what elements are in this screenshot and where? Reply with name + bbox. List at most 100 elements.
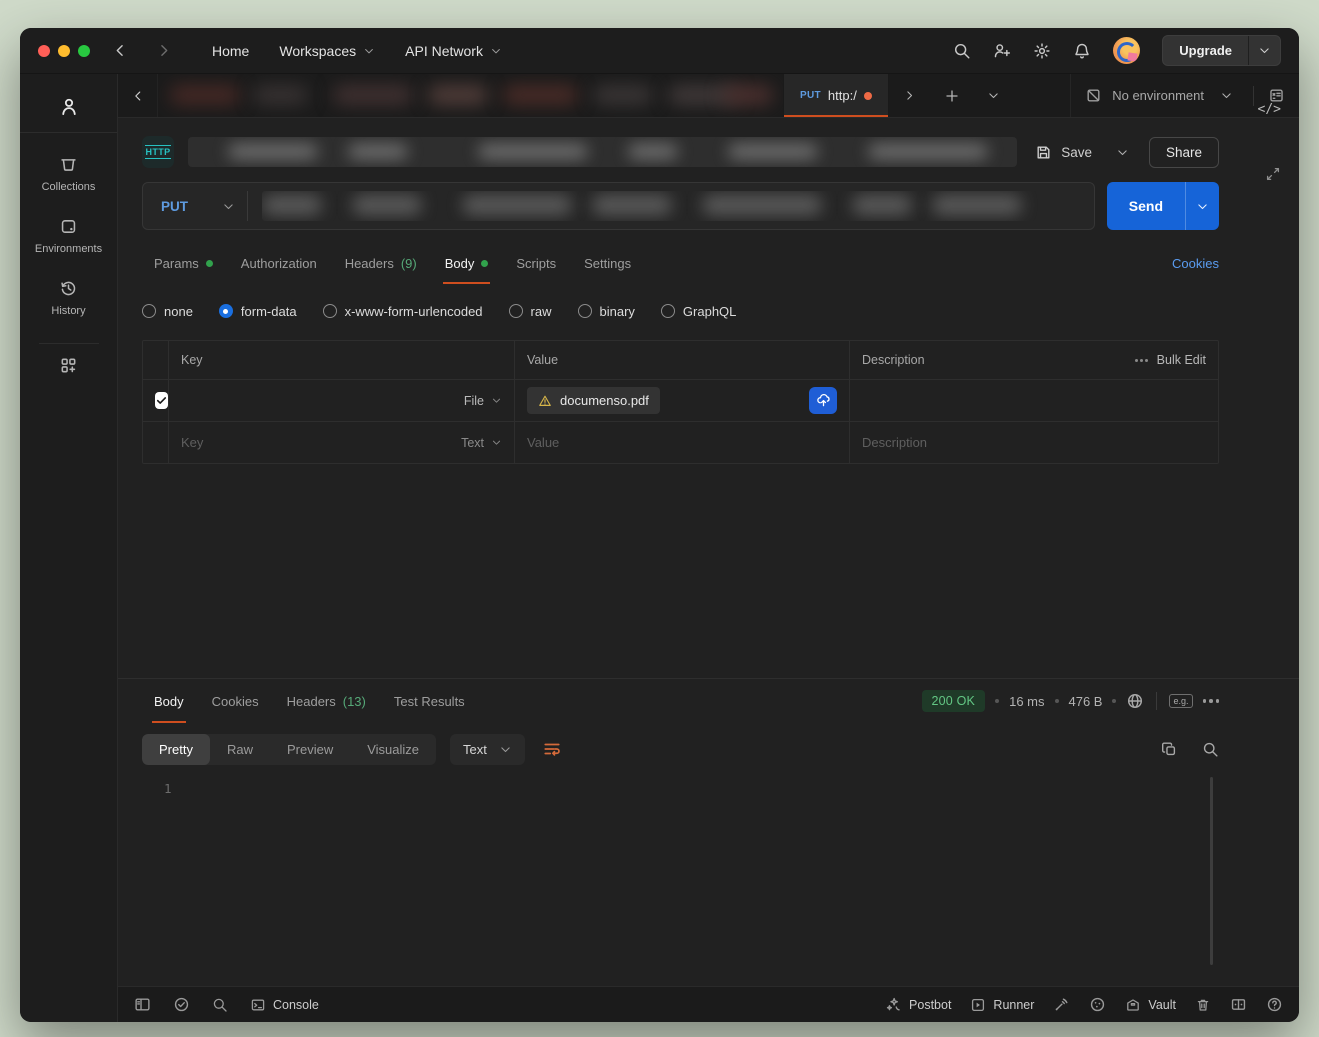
type-select-file[interactable]: File: [464, 394, 502, 408]
key-cell[interactable]: Key Text: [169, 422, 515, 463]
checkbox-cell[interactable]: [143, 422, 169, 463]
vault-button[interactable]: Vault: [1125, 997, 1176, 1013]
value-cell[interactable]: Value: [515, 422, 850, 463]
blurred-tabs[interactable]: [158, 74, 783, 117]
api-health-check-icon[interactable]: [173, 996, 190, 1013]
description-cell[interactable]: [850, 380, 1218, 421]
more-options-icon[interactable]: [1203, 699, 1220, 703]
response-tab-headers[interactable]: Headers(13): [275, 679, 378, 723]
form-data-table: Key Value Description Bulk Edit: [142, 340, 1219, 464]
save-options-chevron-icon[interactable]: [1110, 146, 1135, 159]
scrollbar[interactable]: [1210, 777, 1213, 965]
response-tab-body[interactable]: Body: [142, 679, 196, 723]
scroll-tabs-right-icon[interactable]: [889, 74, 931, 117]
tab-authorization[interactable]: Authorization: [229, 242, 329, 284]
cookies-link[interactable]: Cookies: [1172, 256, 1219, 271]
response-tab-cookies[interactable]: Cookies: [200, 679, 271, 723]
toggle-sidebar-icon[interactable]: [134, 996, 151, 1013]
account-icon[interactable]: [58, 88, 80, 132]
upgrade-dropdown[interactable]: [1248, 36, 1280, 65]
trash-icon[interactable]: [1195, 997, 1211, 1013]
search-icon[interactable]: [953, 42, 971, 60]
invite-user-icon[interactable]: [993, 42, 1011, 60]
postbot-button[interactable]: Postbot: [885, 996, 951, 1013]
api-network-menu[interactable]: API Network: [395, 37, 512, 65]
tab-scripts[interactable]: Scripts: [504, 242, 568, 284]
type-select-text[interactable]: Text: [461, 436, 502, 450]
left-sidebar: Collections Environments History: [20, 74, 118, 1022]
cookies-icon[interactable]: [1089, 996, 1106, 1013]
view-preview[interactable]: Preview: [270, 734, 350, 765]
view-raw[interactable]: Raw: [210, 734, 270, 765]
upload-file-button[interactable]: [809, 387, 837, 414]
code-snippet-icon[interactable]: </>: [1258, 102, 1281, 117]
bulk-edit-button[interactable]: Bulk Edit: [1135, 353, 1206, 367]
file-chip[interactable]: documenso.pdf: [527, 387, 660, 414]
send-button[interactable]: Send: [1107, 182, 1185, 230]
tab-body[interactable]: Body: [433, 242, 501, 284]
save-button[interactable]: Save: [1031, 144, 1096, 161]
radio-raw[interactable]: raw: [509, 304, 552, 319]
chevron-down-icon: [491, 437, 502, 448]
close-window-button[interactable]: [38, 45, 50, 57]
key-cell[interactable]: File: [169, 380, 515, 421]
radio-form-data[interactable]: form-data: [219, 304, 297, 319]
new-tab-button[interactable]: [931, 74, 973, 117]
capture-requests-icon[interactable]: [1053, 996, 1070, 1013]
upgrade-button[interactable]: Upgrade: [1163, 36, 1248, 65]
minimize-window-button[interactable]: [58, 45, 70, 57]
response-body-editor[interactable]: 1: [142, 771, 1275, 986]
blurred-url-input[interactable]: [262, 191, 1080, 221]
blurred-request-name[interactable]: [188, 137, 1017, 167]
forward-icon[interactable]: [155, 42, 172, 59]
radio-binary[interactable]: binary: [578, 304, 635, 319]
radio-x-www-form-urlencoded[interactable]: x-www-form-urlencoded: [323, 304, 483, 319]
tab-settings[interactable]: Settings: [572, 242, 643, 284]
status-badge[interactable]: 200 OK: [922, 690, 986, 712]
sidebar-item-environments[interactable]: Environments: [20, 205, 117, 267]
response-time[interactable]: 16 ms: [1009, 694, 1044, 709]
help-icon[interactable]: [1266, 996, 1283, 1013]
settings-gear-icon[interactable]: [1033, 42, 1051, 60]
find-icon[interactable]: [212, 997, 228, 1013]
user-avatar[interactable]: [1113, 37, 1140, 64]
value-cell[interactable]: documenso.pdf: [515, 380, 850, 421]
send-options-chevron[interactable]: [1185, 182, 1219, 230]
tab-headers[interactable]: Headers(9): [333, 242, 429, 284]
format-select[interactable]: Text: [450, 734, 525, 765]
response-tab-test-results[interactable]: Test Results: [382, 679, 477, 723]
workspaces-menu[interactable]: Workspaces: [269, 37, 385, 65]
radio-none[interactable]: none: [142, 304, 193, 319]
window-controls: [38, 45, 90, 57]
sidebar-item-history[interactable]: History: [20, 267, 117, 329]
configure-sidebar-icon[interactable]: [59, 356, 78, 375]
radio-graphql[interactable]: GraphQL: [661, 304, 736, 319]
back-icon[interactable]: [112, 42, 129, 59]
scroll-tabs-left-icon[interactable]: [118, 74, 158, 117]
maximize-window-button[interactable]: [78, 45, 90, 57]
chevron-down-icon: [363, 45, 375, 57]
notifications-bell-icon[interactable]: [1073, 42, 1091, 60]
response-size[interactable]: 476 B: [1069, 694, 1103, 709]
runner-button[interactable]: Runner: [970, 997, 1034, 1013]
description-cell[interactable]: Description: [850, 422, 1218, 463]
sidebar-item-collections[interactable]: Collections: [20, 143, 117, 205]
split-panes-icon[interactable]: [1230, 996, 1247, 1013]
search-response-icon[interactable]: [1202, 741, 1219, 758]
wrap-lines-icon[interactable]: [543, 740, 561, 758]
method-selector[interactable]: PUT: [143, 199, 247, 214]
environment-chevron-icon[interactable]: [1214, 89, 1239, 102]
tab-options-chevron-icon[interactable]: [973, 74, 1015, 117]
tab-params[interactable]: Params: [142, 242, 225, 284]
active-request-tab[interactable]: PUT http:/: [783, 74, 889, 117]
network-globe-icon[interactable]: [1126, 692, 1144, 710]
console-button[interactable]: Console: [250, 997, 319, 1013]
view-pretty[interactable]: Pretty: [142, 734, 210, 765]
environment-selector[interactable]: No environment: [1112, 88, 1204, 103]
home-menu[interactable]: Home: [202, 37, 259, 65]
save-as-example-icon[interactable]: e.g.: [1169, 694, 1192, 708]
copy-icon[interactable]: [1161, 741, 1178, 758]
view-visualize[interactable]: Visualize: [350, 734, 436, 765]
share-button[interactable]: Share: [1149, 137, 1219, 168]
checkbox-checked[interactable]: [155, 392, 168, 409]
